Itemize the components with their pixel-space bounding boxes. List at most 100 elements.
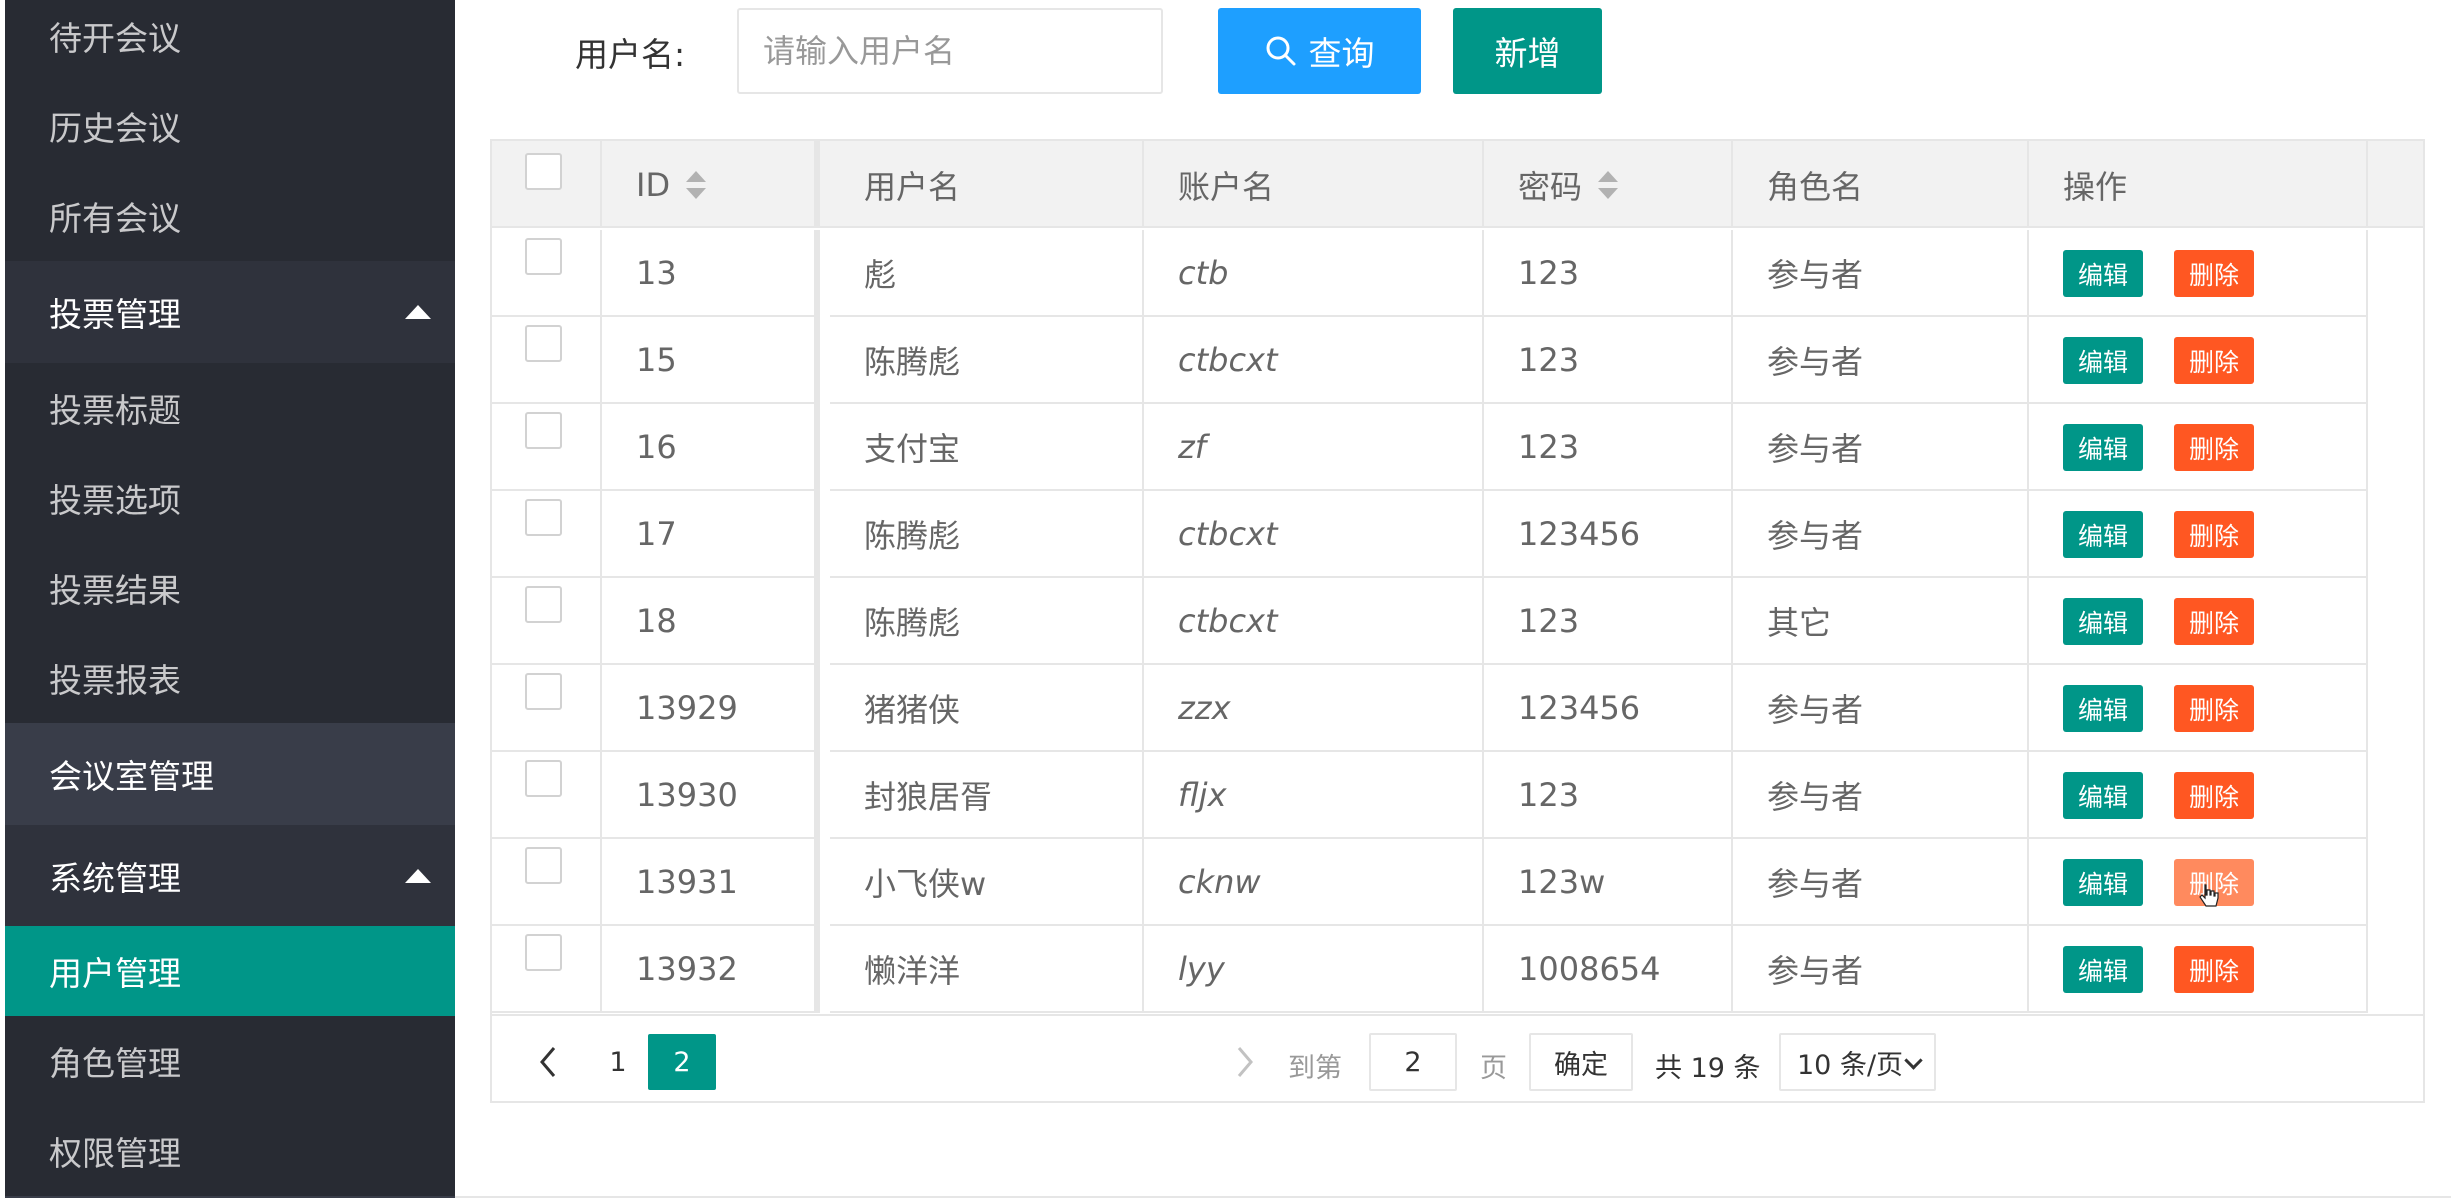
cell-text: 18 <box>636 601 677 640</box>
edit-button[interactable]: 编辑 <box>2063 511 2143 558</box>
cell-text: 17 <box>636 514 677 553</box>
column-header-id[interactable]: ID <box>602 141 820 228</box>
row-checkbox[interactable] <box>525 499 562 536</box>
edit-button[interactable]: 编辑 <box>2063 250 2143 297</box>
cell-username: 猪猪侠 <box>830 665 1144 752</box>
cell-text: 16 <box>636 427 677 466</box>
cell-text: 1008654 <box>1518 949 1661 988</box>
edit-button[interactable]: 编辑 <box>2063 859 2143 906</box>
cell-actions: 编辑 删除 <box>2029 665 2368 752</box>
row-checkbox[interactable] <box>525 325 562 362</box>
row-checkbox[interactable] <box>525 934 562 971</box>
sort-icon[interactable] <box>686 170 707 200</box>
cell-text: 参与者 <box>1767 951 1864 990</box>
row-checkbox[interactable] <box>525 847 562 884</box>
cell-id: 13932 <box>602 926 820 1013</box>
row-checkbox[interactable] <box>525 412 562 449</box>
sidebar-item-role-management[interactable]: 角色管理 <box>5 1016 455 1106</box>
cell-role: 参与者 <box>1733 752 2029 839</box>
cell-text: 123456 <box>1518 688 1641 727</box>
cell-text: 123 <box>1518 253 1580 292</box>
cell-select <box>492 317 602 404</box>
sidebar-item-all-meetings[interactable]: 所有会议 <box>5 171 455 261</box>
page-1-button[interactable]: 1 <box>584 1034 652 1090</box>
column-header-username: 用户名 <box>830 141 1144 228</box>
sidebar-item-vote-results[interactable]: 投票结果 <box>5 543 455 633</box>
cell-account: ctb <box>1144 230 1484 317</box>
goto-confirm-button[interactable]: 确定 <box>1529 1033 1633 1091</box>
cell-actions: 编辑 删除 <box>2029 491 2368 578</box>
page-size-select[interactable]: 10 条/页 <box>1779 1033 1936 1091</box>
edit-button[interactable]: 编辑 <box>2063 337 2143 384</box>
select-all-checkbox[interactable] <box>525 153 562 190</box>
sidebar-item-label: 待开会议 <box>49 19 181 58</box>
sidebar-group-vote[interactable]: 投票管理 <box>5 261 455 363</box>
edit-button[interactable]: 编辑 <box>2063 772 2143 819</box>
username-search-input[interactable] <box>737 8 1163 94</box>
cell-role: 参与者 <box>1733 839 2029 926</box>
row-checkbox[interactable] <box>525 586 562 623</box>
delete-button[interactable]: 删除 <box>2174 424 2254 471</box>
table-row: 16 支付宝 zf 123 参与者 编辑 删除 <box>492 404 2423 491</box>
cell-text: 13 <box>636 253 677 292</box>
chevron-down-icon <box>1904 1051 1923 1070</box>
cell-actions: 编辑 删除 <box>2029 578 2368 665</box>
sidebar-item-vote-options[interactable]: 投票选项 <box>5 453 455 543</box>
sidebar-item-vote-title[interactable]: 投票标题 <box>5 363 455 453</box>
cell-account: cknw <box>1144 839 1484 926</box>
edit-button[interactable]: 编辑 <box>2063 946 2143 993</box>
delete-button[interactable]: 删除 <box>2174 946 2254 993</box>
cell-text: fljx <box>1178 775 1227 814</box>
cell-password: 123 <box>1484 317 1733 404</box>
cell-password: 123 <box>1484 404 1733 491</box>
cell-role: 其它 <box>1733 578 2029 665</box>
row-checkbox[interactable] <box>525 760 562 797</box>
cell-select <box>492 230 602 317</box>
cell-actions: 编辑 删除 <box>2029 926 2368 1013</box>
sort-icon[interactable] <box>1598 170 1619 200</box>
delete-button[interactable]: 删除 <box>2174 511 2254 558</box>
cell-actions: 编辑 删除 <box>2029 752 2368 839</box>
page-size-value: 10 条/页 <box>1797 1049 1904 1081</box>
cell-account: zzx <box>1144 665 1484 752</box>
table-row: 13931 小飞侠w cknw 123w 参与者 编辑 删除 <box>492 839 2423 926</box>
cell-account: lyy <box>1144 926 1484 1013</box>
cell-text: 参与者 <box>1767 516 1864 555</box>
sidebar-item-vote-report[interactable]: 投票报表 <box>5 633 455 723</box>
goto-page-input[interactable] <box>1369 1033 1457 1091</box>
sidebar-group-system[interactable]: 系统管理 <box>5 825 455 927</box>
cell-password: 1008654 <box>1484 926 1733 1013</box>
add-button[interactable]: 新增 <box>1453 8 1602 94</box>
cell-select <box>492 404 602 491</box>
row-checkbox[interactable] <box>525 673 562 710</box>
row-checkbox[interactable] <box>525 238 562 275</box>
column-header-password[interactable]: 密码 <box>1484 141 1733 228</box>
cell-account: ctbcxt <box>1144 491 1484 578</box>
sidebar-item-permission-management[interactable]: 权限管理 <box>5 1106 455 1196</box>
delete-button[interactable]: 删除 <box>2174 685 2254 732</box>
sidebar-item-user-management[interactable]: 用户管理 <box>5 926 455 1016</box>
sidebar-item-history-meetings[interactable]: 历史会议 <box>5 81 455 171</box>
cell-username: 陈腾彪 <box>830 491 1144 578</box>
table-row: 13930 封狼居胥 fljx 123 参与者 编辑 删除 <box>492 752 2423 839</box>
caret-up-icon <box>405 869 431 883</box>
pagination: 1 2 到第 页 确定 共 19 条 10 条/页 <box>492 1014 2423 1101</box>
page-2-button[interactable]: 2 <box>648 1034 716 1090</box>
cell-id: 13931 <box>602 839 820 926</box>
delete-button[interactable]: 删除 <box>2174 598 2254 645</box>
sidebar-item-pending-meetings[interactable]: 待开会议 <box>5 0 455 81</box>
edit-button[interactable]: 编辑 <box>2063 685 2143 732</box>
delete-button[interactable]: 删除 <box>2174 772 2254 819</box>
cell-text: 123 <box>1518 427 1580 466</box>
query-button[interactable]: 查询 <box>1218 8 1421 94</box>
delete-button[interactable]: 删除 <box>2174 337 2254 384</box>
edit-button[interactable]: 编辑 <box>2063 598 2143 645</box>
edit-button[interactable]: 编辑 <box>2063 424 2143 471</box>
prev-page-button[interactable] <box>520 1034 576 1090</box>
delete-button[interactable]: 删除 <box>2174 250 2254 297</box>
cell-text: 13929 <box>636 688 738 727</box>
next-page-button[interactable] <box>1217 1034 1273 1090</box>
cell-role: 参与者 <box>1733 665 2029 752</box>
sidebar-item-label: 历史会议 <box>49 109 181 148</box>
sidebar-group-room[interactable]: 会议室管理 <box>5 723 455 825</box>
